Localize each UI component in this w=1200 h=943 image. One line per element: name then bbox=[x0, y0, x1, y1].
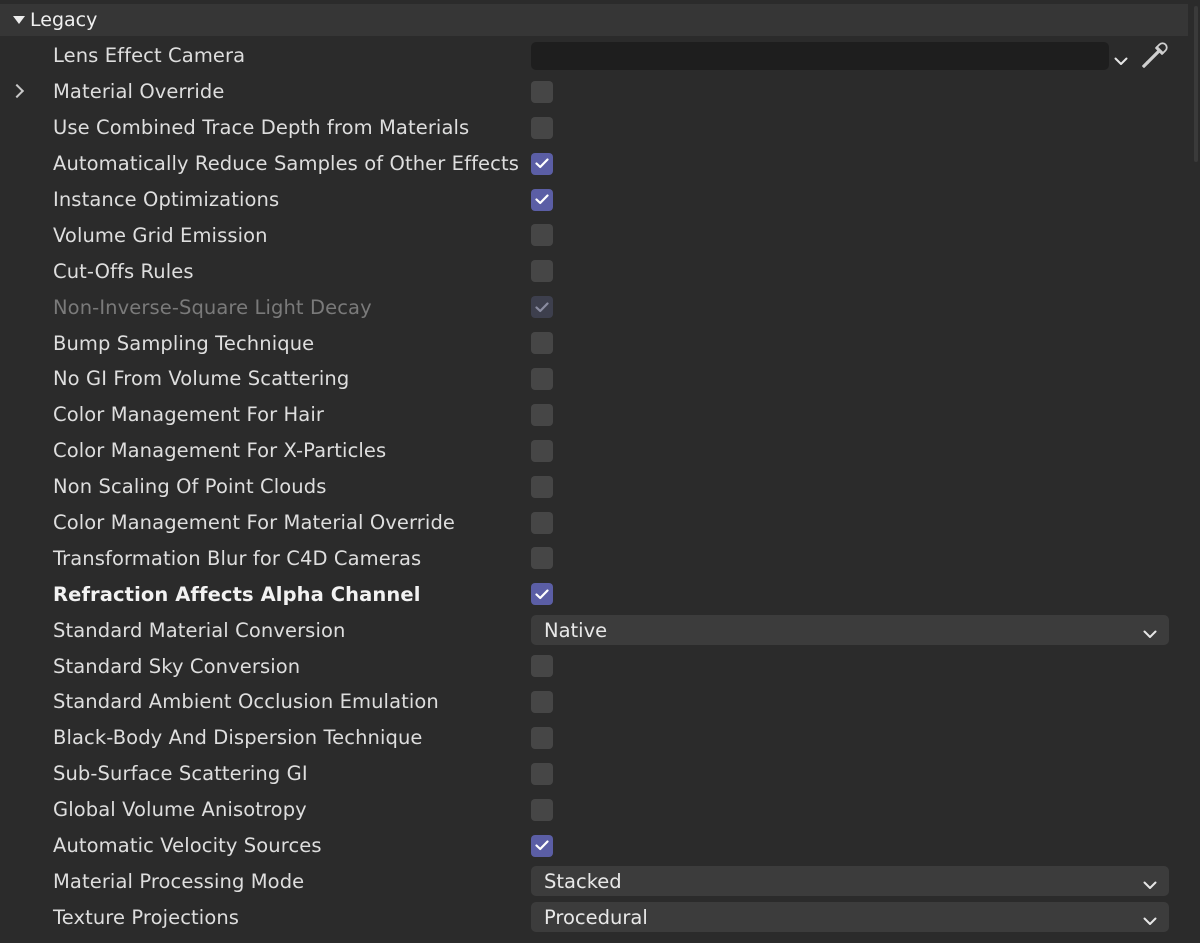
color-management-for-hair-checkbox[interactable] bbox=[531, 403, 553, 426]
use-combined-trace-depth-from-materials-checkbox[interactable] bbox=[531, 116, 553, 139]
setting-label: Color Management For X-Particles bbox=[53, 439, 387, 463]
setting-label: No GI From Volume Scattering bbox=[53, 367, 350, 391]
chevron-down-icon bbox=[1143, 624, 1157, 643]
setting-label: Transformation Blur for C4D Cameras bbox=[53, 546, 422, 570]
collapse-triangle-icon[interactable] bbox=[13, 16, 25, 24]
setting-label: Sub-Surface Scattering GI bbox=[53, 762, 308, 786]
settings-list: Lens Effect Camera Material Override Use C… bbox=[0, 38, 1188, 935]
sub-surface-scattering-gi-checkbox[interactable] bbox=[531, 762, 553, 785]
setting-label: Standard Sky Conversion bbox=[53, 654, 301, 678]
automatic-velocity-sources-checkbox[interactable] bbox=[531, 834, 553, 857]
setting-row-texture-projections: Texture Projections Procedural bbox=[0, 899, 1188, 935]
setting-label: Color Management For Hair bbox=[53, 403, 324, 427]
setting-label: Global Volume Anisotropy bbox=[53, 798, 307, 822]
setting-row-automatically-reduce-samples-of-other-effects: Automatically Reduce Samples of Other Ef… bbox=[0, 146, 1188, 182]
setting-row-instance-optimizations: Instance Optimizations bbox=[0, 182, 1188, 218]
non-inverse-square-light-decay-checkbox bbox=[531, 296, 553, 319]
setting-row-no-gi-from-volume-scattering: No GI From Volume Scattering bbox=[0, 361, 1188, 397]
setting-row-transformation-blur-for-c4d-cameras: Transformation Blur for C4D Cameras bbox=[0, 540, 1188, 576]
section-title: Legacy bbox=[30, 9, 98, 31]
checkmark-icon bbox=[535, 840, 549, 851]
dropdown-value: Stacked bbox=[544, 869, 622, 893]
chevron-down-icon bbox=[1143, 911, 1157, 930]
bump-sampling-technique-checkbox[interactable] bbox=[531, 332, 553, 355]
setting-label: Cut-Offs Rules bbox=[53, 259, 194, 283]
color-management-for-material-override-checkbox[interactable] bbox=[531, 511, 553, 534]
setting-label: Material Processing Mode bbox=[53, 869, 305, 893]
setting-row-refraction-affects-alpha-channel: Refraction Affects Alpha Channel bbox=[0, 576, 1188, 612]
setting-label: Lens Effect Camera bbox=[53, 44, 246, 68]
chevron-right-icon[interactable] bbox=[9, 83, 25, 98]
setting-label: Color Management For Material Override bbox=[53, 511, 456, 535]
setting-label: Non-Inverse-Square Light Decay bbox=[53, 295, 372, 319]
setting-row-material-processing-mode: Material Processing Mode Stacked bbox=[0, 863, 1188, 899]
checkmark-icon bbox=[535, 302, 549, 312]
vertical-scrollbar[interactable] bbox=[1188, 0, 1200, 943]
dropdown-value: Procedural bbox=[544, 905, 648, 929]
setting-row-automatic-velocity-sources: Automatic Velocity Sources bbox=[0, 828, 1188, 864]
black-body-and-dispersion-technique-checkbox[interactable] bbox=[531, 726, 553, 749]
setting-label: Automatic Velocity Sources bbox=[53, 834, 322, 858]
setting-row-volume-grid-emission: Volume Grid Emission bbox=[0, 217, 1188, 253]
transformation-blur-for-c4d-cameras-checkbox[interactable] bbox=[531, 547, 553, 570]
scrollbar-thumb[interactable] bbox=[1194, 6, 1198, 162]
checkmark-icon bbox=[535, 158, 549, 169]
texture-projections-dropdown[interactable]: Procedural bbox=[531, 902, 1169, 933]
material-override-checkbox[interactable] bbox=[531, 80, 553, 103]
setting-label: Use Combined Trace Depth from Materials bbox=[53, 116, 470, 140]
setting-row-standard-sky-conversion: Standard Sky Conversion bbox=[0, 648, 1188, 684]
setting-row-non-scaling-of-point-clouds: Non Scaling Of Point Clouds bbox=[0, 469, 1188, 505]
instance-optimizations-checkbox[interactable] bbox=[531, 188, 553, 211]
checkmark-icon bbox=[535, 194, 549, 205]
setting-label: Automatically Reduce Samples of Other Ef… bbox=[53, 152, 519, 176]
setting-label: Instance Optimizations bbox=[53, 188, 280, 211]
dropdown-value: Native bbox=[544, 618, 608, 642]
setting-row-non-inverse-square-light-decay: Non-Inverse-Square Light Decay bbox=[0, 289, 1188, 325]
setting-label: Volume Grid Emission bbox=[53, 223, 268, 247]
color-management-for-x-particles-checkbox[interactable] bbox=[531, 439, 553, 462]
cut-offs-rules-checkbox[interactable] bbox=[531, 260, 553, 283]
setting-label: Texture Projections bbox=[53, 905, 240, 929]
setting-row-material-override: Material Override bbox=[0, 74, 1188, 110]
setting-row-standard-ambient-occlusion-emulation: Standard Ambient Occlusion Emulation bbox=[0, 684, 1188, 720]
checkmark-icon bbox=[535, 589, 549, 599]
setting-label: Refraction Affects Alpha Channel bbox=[53, 582, 421, 606]
setting-row-color-management-for-material-override: Color Management For Material Override bbox=[0, 505, 1188, 541]
material-processing-mode-dropdown[interactable]: Stacked bbox=[531, 866, 1169, 897]
setting-row-cut-offs-rules: Cut-Offs Rules bbox=[0, 253, 1188, 289]
setting-row-standard-material-conversion: Standard Material Conversion Native bbox=[0, 612, 1188, 648]
setting-row-color-management-for-x-particles: Color Management For X-Particles bbox=[0, 433, 1188, 469]
standard-ambient-occlusion-emulation-checkbox[interactable] bbox=[531, 690, 553, 713]
setting-row-lens-effect-camera: Lens Effect Camera bbox=[0, 38, 1188, 74]
setting-row-black-body-and-dispersion-technique: Black-Body And Dispersion Technique bbox=[0, 720, 1188, 756]
setting-row-bump-sampling-technique: Bump Sampling Technique bbox=[0, 325, 1188, 361]
standard-sky-conversion-checkbox[interactable] bbox=[531, 655, 553, 678]
chevron-down-icon[interactable] bbox=[1114, 51, 1128, 70]
setting-row-color-management-for-hair: Color Management For Hair bbox=[0, 397, 1188, 433]
global-volume-anisotropy-checkbox[interactable] bbox=[531, 798, 553, 821]
non-scaling-of-point-clouds-checkbox[interactable] bbox=[531, 475, 553, 498]
setting-label: Standard Material Conversion bbox=[53, 618, 346, 642]
setting-label: Non Scaling Of Point Clouds bbox=[53, 475, 327, 499]
no-gi-from-volume-scattering-checkbox[interactable] bbox=[531, 367, 553, 390]
setting-row-sub-surface-scattering-gi: Sub-Surface Scattering GI bbox=[0, 756, 1188, 792]
setting-label: Standard Ambient Occlusion Emulation bbox=[53, 690, 439, 714]
section-header-legacy[interactable]: Legacy bbox=[0, 4, 1188, 36]
setting-row-global-volume-anisotropy: Global Volume Anisotropy bbox=[0, 792, 1188, 828]
chevron-down-icon bbox=[1143, 875, 1157, 894]
eyedropper-picker-icon[interactable] bbox=[1139, 41, 1169, 75]
setting-row-use-combined-trace-depth-from-materials: Use Combined Trace Depth from Materials bbox=[0, 110, 1188, 146]
setting-label: Material Override bbox=[53, 80, 225, 104]
setting-label: Black-Body And Dispersion Technique bbox=[53, 726, 423, 750]
setting-label: Bump Sampling Technique bbox=[53, 331, 315, 355]
refraction-affects-alpha-channel-checkbox[interactable] bbox=[531, 583, 553, 606]
volume-grid-emission-checkbox[interactable] bbox=[531, 224, 553, 247]
lens-effect-camera-link-field[interactable] bbox=[531, 41, 1109, 70]
automatically-reduce-samples-of-other-effects-checkbox[interactable] bbox=[531, 152, 553, 175]
standard-material-conversion-dropdown[interactable]: Native bbox=[531, 615, 1169, 646]
